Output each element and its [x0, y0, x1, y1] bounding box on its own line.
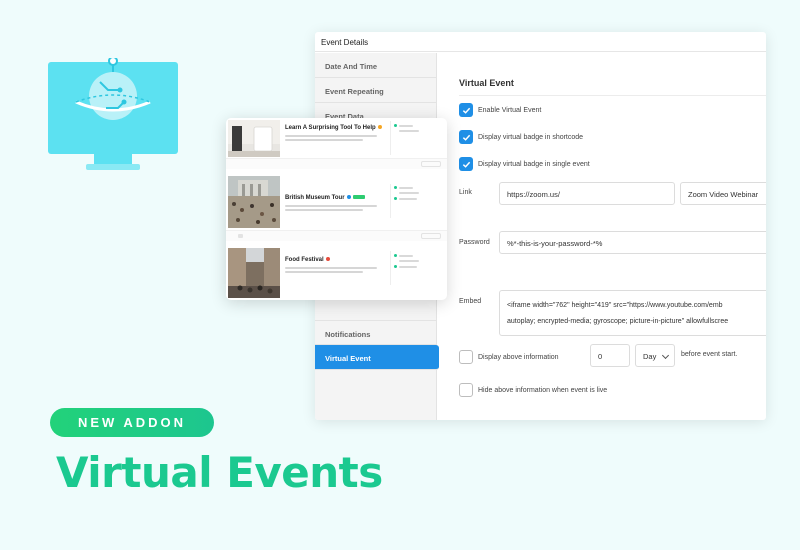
- display-above-checkbox[interactable]: [459, 350, 473, 364]
- link-label: Link: [459, 189, 472, 196]
- enable-virtual-event-label: Enable Virtual Event: [478, 106, 542, 114]
- enable-virtual-event-option[interactable]: Enable Virtual Event: [459, 103, 541, 117]
- list-item[interactable]: Food Festival: [226, 248, 447, 300]
- event-image-chair: [228, 120, 280, 157]
- event-details-button[interactable]: [421, 233, 441, 239]
- display-above-unit-select[interactable]: Day: [635, 344, 675, 367]
- check-icon: [462, 161, 470, 168]
- event-divider: [390, 121, 391, 155]
- new-addon-badge: NEW ADDON: [50, 408, 214, 437]
- event-footer-icon: [238, 234, 243, 238]
- badge-single-event-checkbox[interactable]: [459, 157, 473, 171]
- enable-virtual-event-checkbox[interactable]: [459, 103, 473, 117]
- event-image-street: [228, 248, 280, 298]
- event-divider: [390, 251, 391, 285]
- badge-shortcode-label: Display virtual badge in shortcode: [478, 133, 584, 141]
- display-above-number-input[interactable]: 0: [590, 344, 630, 367]
- sidebar-item-date-and-time[interactable]: Date And Time: [315, 53, 436, 78]
- embed-textarea[interactable]: <iframe width="762" height="419" src="ht…: [499, 290, 766, 336]
- badge-single-event-label: Display virtual badge in single event: [478, 160, 590, 168]
- display-above-unit-value: Day: [643, 352, 657, 361]
- display-above-option[interactable]: Display above information: [459, 350, 559, 364]
- event-footer: [226, 230, 447, 241]
- event-description-line: [285, 271, 363, 273]
- panel-header: Event Details: [315, 32, 766, 52]
- hide-above-label: Hide above information when event is liv…: [478, 386, 608, 394]
- check-icon: [462, 134, 470, 141]
- event-title: Learn A Surprising Tool To Help: [285, 125, 382, 131]
- event-details-button[interactable]: [421, 161, 441, 167]
- event-label-bar: [352, 195, 365, 200]
- password-input[interactable]: %*-this-is-your-password-*%: [499, 231, 766, 254]
- list-item[interactable]: British Museum Tour: [226, 176, 447, 241]
- event-meta: [394, 186, 444, 203]
- event-tag-dot: [377, 125, 382, 130]
- embed-line-2: autoplay; encrypted-media; gyroscope; pi…: [507, 318, 729, 325]
- sidebar-item-event-repeating[interactable]: Event Repeating: [315, 78, 436, 103]
- badge-single-event-option[interactable]: Display virtual badge in single event: [459, 157, 590, 171]
- hide-above-checkbox[interactable]: [459, 383, 473, 397]
- check-icon: [462, 107, 470, 114]
- badge-shortcode-checkbox[interactable]: [459, 130, 473, 144]
- event-meta: [394, 254, 444, 271]
- event-footer: [226, 158, 447, 169]
- event-title: Food Festival: [285, 257, 330, 263]
- list-item[interactable]: Learn A Surprising Tool To Help: [226, 118, 447, 171]
- virtual-event-settings: Virtual Event Enable Virtual Event Displ…: [438, 53, 766, 420]
- event-list-preview: Learn A Surprising Tool To Help British …: [226, 118, 447, 300]
- event-description-line: [285, 209, 363, 211]
- event-tag-dot: [325, 257, 330, 262]
- section-title: Virtual Event: [459, 78, 514, 88]
- display-above-suffix: before event start.: [681, 351, 738, 358]
- event-tag-dot: [346, 195, 351, 200]
- hide-above-option[interactable]: Hide above information when event is liv…: [459, 383, 607, 397]
- sidebar-item-virtual-event[interactable]: Virtual Event: [315, 345, 439, 370]
- sidebar-item-notifications[interactable]: Notifications: [315, 320, 437, 345]
- event-description-line: [285, 135, 377, 137]
- event-title: British Museum Tour: [285, 195, 365, 201]
- embed-line-1: <iframe width="762" height="419" src="ht…: [507, 302, 723, 309]
- password-label: Password: [459, 239, 490, 246]
- event-image-museum: [228, 176, 280, 228]
- section-divider: [459, 95, 766, 96]
- embed-label: Embed: [459, 298, 482, 305]
- event-meta: [394, 124, 444, 135]
- event-description-line: [285, 267, 377, 269]
- badge-shortcode-option[interactable]: Display virtual badge in shortcode: [459, 130, 583, 144]
- event-divider: [390, 184, 391, 218]
- display-above-label: Display above information: [478, 353, 559, 361]
- event-description-line: [285, 139, 363, 141]
- link-type-select[interactable]: Zoom Video Webinar: [680, 182, 766, 205]
- chevron-down-icon: [661, 351, 670, 360]
- event-description-line: [285, 205, 377, 207]
- page-title: Virtual Events: [56, 448, 383, 497]
- virtual-event-monitor-icon: [48, 56, 178, 174]
- link-input[interactable]: https://zoom.us/: [499, 182, 675, 205]
